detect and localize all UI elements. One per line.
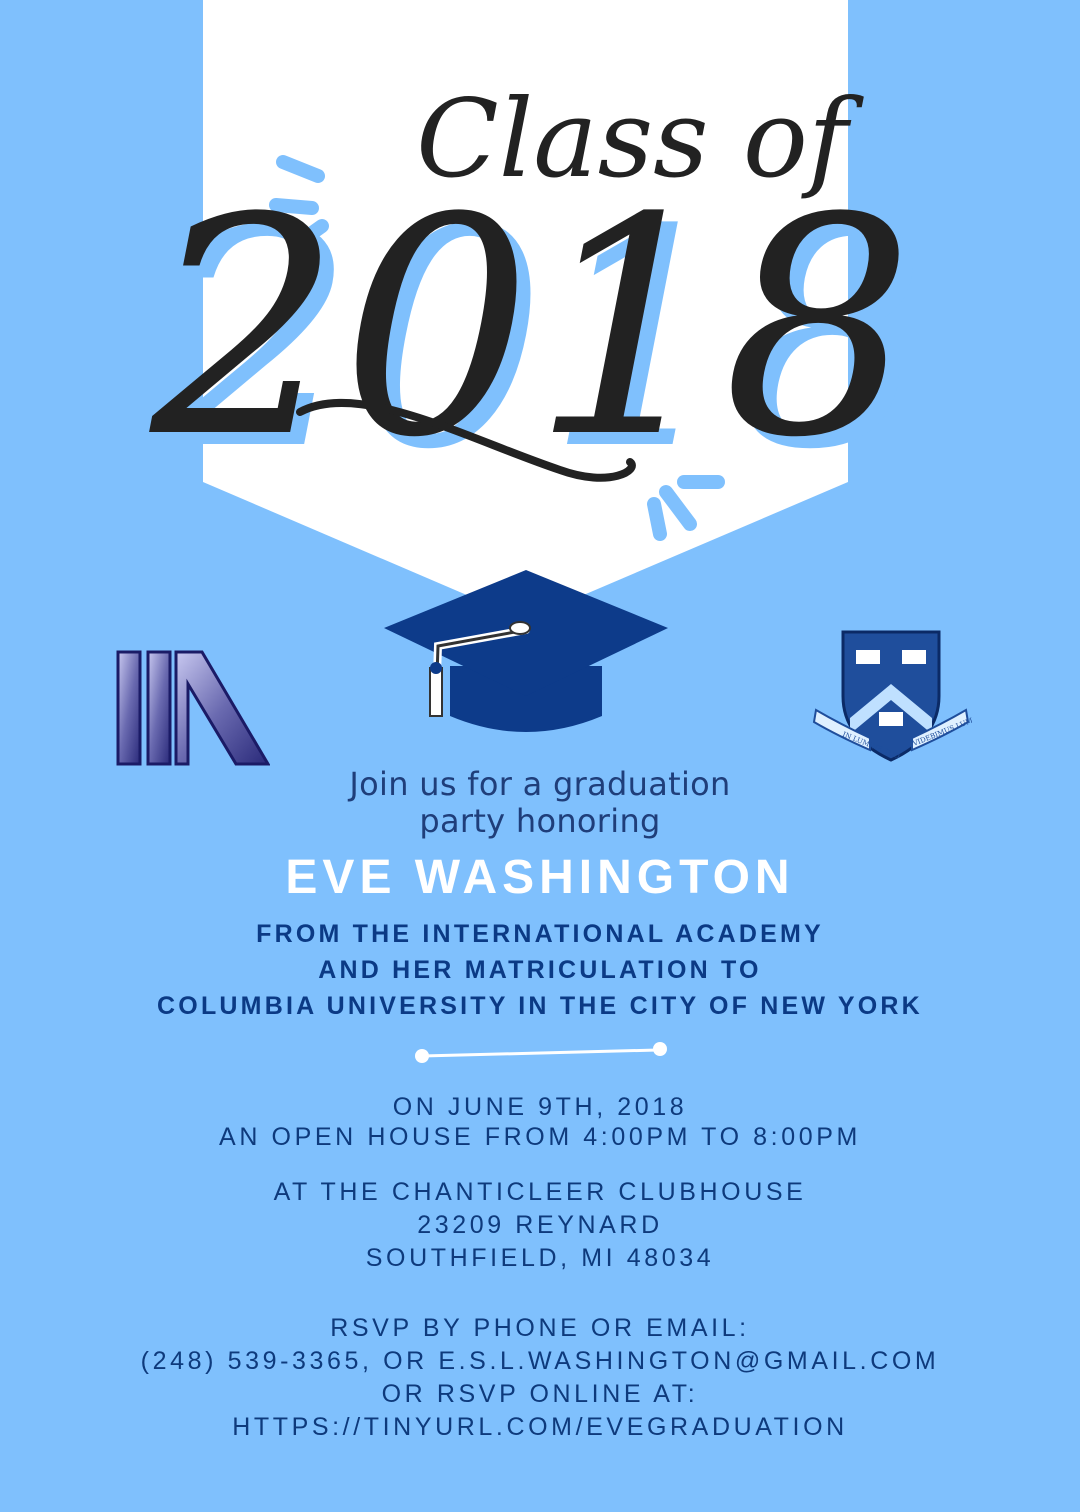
rsvp-url-link[interactable]: HTTPS://TINYURL.COM/EVEGRADUATION [0, 1411, 1080, 1444]
from-statement: FROM THE INTERNATIONAL ACADEMY AND HER M… [0, 916, 1080, 1024]
international-academy-logo [116, 650, 270, 766]
venue-line-1: AT THE CHANTICLEER CLUBHOUSE [273, 1178, 807, 1206]
venue-line-2: 23209 REYNARD [417, 1211, 663, 1239]
class-of-banner: Class of 2018 2018 [146, 0, 928, 620]
invitation-line-1: Join us for a graduation [349, 765, 731, 803]
year-script: 2018 [146, 154, 914, 503]
from-line-1: FROM THE INTERNATIONAL ACADEMY [256, 920, 824, 948]
from-line-3: COLUMBIA UNIVERSITY IN THE CITY OF NEW Y… [157, 992, 923, 1020]
divider [415, 1042, 667, 1063]
rsvp-line-1: RSVP BY PHONE OR EMAIL: [330, 1314, 750, 1342]
venue-details: AT THE CHANTICLEER CLUBHOUSE 23209 REYNA… [0, 1176, 1080, 1275]
from-line-2: AND HER MATRICULATION TO [318, 956, 762, 984]
columbia-crest: IN LUMINE TUO VIDEBIMUS LUMEN [812, 630, 972, 762]
rsvp-phone-email[interactable]: (248) 539-3365, OR E.S.L.WASHINGTON@GMAI… [0, 1345, 1080, 1378]
rsvp-details: RSVP BY PHONE OR EMAIL: (248) 539-3365, … [0, 1312, 1080, 1444]
date-line-1: ON JUNE 9TH, 2018 [392, 1093, 688, 1121]
graduation-cap-icon [384, 570, 668, 732]
date-line-2: AN OPEN HOUSE FROM 4:00PM TO 8:00PM [219, 1123, 861, 1151]
honoree-name: EVE WASHINGTON [285, 851, 795, 904]
venue-line-3: SOUTHFIELD, MI 48034 [365, 1244, 715, 1272]
rsvp-line-3: OR RSVP ONLINE AT: [381, 1380, 699, 1408]
date-details: ON JUNE 9TH, 2018 AN OPEN HOUSE FROM 4:0… [0, 1092, 1080, 1152]
invitation-text: Join us for a graduation party honoring [0, 766, 1080, 840]
invitation-line-2: party honoring [419, 802, 661, 840]
